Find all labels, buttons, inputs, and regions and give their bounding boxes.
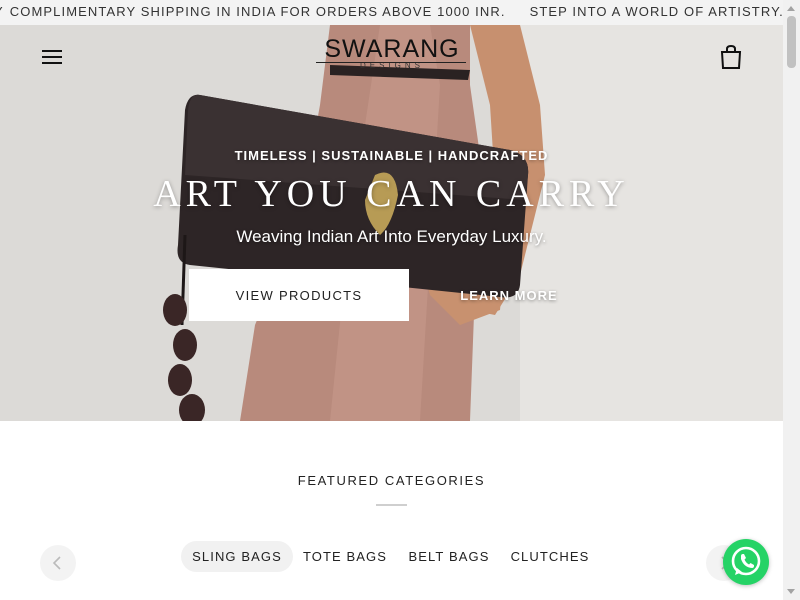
hero-banner: SWARANG DESIGNS TIMELESS | SUSTAINABLE |… [0, 25, 783, 421]
scroll-down-arrow[interactable] [787, 589, 795, 594]
announcement-message-2: STEP INTO A WORLD OF ARTISTRY. ENJOY COM… [529, 4, 800, 19]
announcement-bar: Y COMPLIMENTARY SHIPPING IN INDIA FOR ORD… [0, 0, 800, 25]
category-tab-sling-bags[interactable]: SLING BAGS [181, 541, 293, 572]
carousel-prev-button[interactable] [40, 545, 76, 581]
page-scrollbar[interactable] [783, 0, 800, 600]
announcement-lead: Y [0, 4, 4, 19]
hero-subheadline: Weaving Indian Art Into Everyday Luxury. [236, 227, 547, 246]
category-tab-belt-bags[interactable]: BELT BAGS [405, 541, 493, 572]
featured-categories-title: FEATURED CATEGORIES [297, 473, 486, 488]
hero-content: TIMELESS | SUSTAINABLE | HANDCRAFTED ART… [0, 25, 783, 421]
hero-tagline: TIMELESS | SUSTAINABLE | HANDCRAFTED [234, 148, 549, 163]
scrollbar-thumb[interactable] [787, 16, 796, 68]
hero-headline: ART YOU CAN CARRY [153, 173, 630, 215]
view-products-button[interactable]: VIEW PRODUCTS [189, 269, 409, 321]
whatsapp-icon [731, 546, 761, 576]
whatsapp-chat-button[interactable] [723, 539, 769, 585]
announcement-message-1: COMPLIMENTARY SHIPPING IN INDIA FOR ORDE… [9, 4, 506, 19]
chevron-left-icon [52, 556, 61, 570]
announcement-marquee: Y COMPLIMENTARY SHIPPING IN INDIA FOR ORD… [0, 4, 800, 19]
category-tab-clutches[interactable]: CLUTCHES [506, 541, 594, 572]
title-underline [376, 504, 407, 506]
learn-more-button[interactable]: LEARN MORE [454, 280, 564, 310]
category-tab-tote-bags[interactable]: TOTE BAGS [300, 541, 390, 572]
scroll-up-arrow[interactable] [787, 6, 795, 11]
